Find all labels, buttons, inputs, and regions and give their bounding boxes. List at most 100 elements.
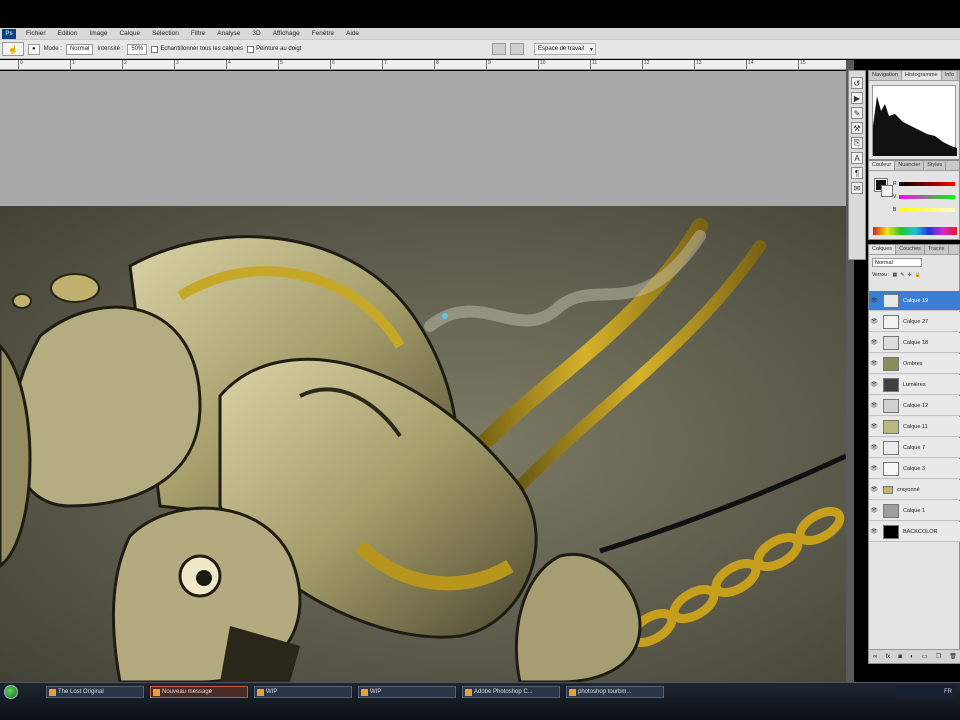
actions-icon[interactable]: ▶ xyxy=(851,92,863,104)
layer-row[interactable]: 👁 crayonné xyxy=(869,480,960,500)
brushes-icon[interactable]: ✎ xyxy=(851,107,863,119)
tab-info[interactable]: Info xyxy=(942,71,958,80)
arrange-icon[interactable] xyxy=(510,43,524,55)
visibility-eye-icon[interactable]: 👁 xyxy=(869,339,879,346)
intensity-input[interactable]: 50% xyxy=(127,43,148,55)
blue-slider[interactable] xyxy=(899,208,955,212)
layer-name[interactable]: Lumières xyxy=(903,382,926,388)
bridge-icon[interactable] xyxy=(492,43,506,55)
layer-name[interactable]: Calque 7 xyxy=(903,445,925,451)
visibility-eye-icon[interactable]: 👁 xyxy=(869,423,879,430)
layer-row[interactable]: 👁 Calque 12 xyxy=(869,396,960,416)
menu-view[interactable]: Affichage xyxy=(267,30,306,37)
layer-name[interactable]: Ombres xyxy=(903,361,923,367)
link-icon[interactable]: ∞ xyxy=(873,654,877,660)
layer-name[interactable]: Calque 12 xyxy=(903,403,928,409)
visibility-eye-icon[interactable]: 👁 xyxy=(869,444,879,451)
layer-name[interactable]: Calque 3 xyxy=(903,466,925,472)
taskbar-button[interactable]: WIP xyxy=(254,686,352,698)
visibility-eye-icon[interactable]: 👁 xyxy=(869,318,879,325)
layer-name[interactable]: BACKCOLOR xyxy=(903,529,938,535)
new-layer-icon[interactable]: ❐ xyxy=(936,653,941,660)
taskbar-button[interactable]: Nouveau message xyxy=(150,686,248,698)
visibility-eye-icon[interactable]: 👁 xyxy=(869,507,879,514)
document-canvas[interactable] xyxy=(0,206,846,682)
tool-presets-icon[interactable]: ⚒ xyxy=(851,122,863,134)
layer-row[interactable]: 👁 Ombres xyxy=(869,354,960,374)
tab-layers[interactable]: Calques xyxy=(869,245,897,254)
menu-help[interactable]: Aide xyxy=(340,30,365,37)
lock-paint-icon[interactable]: ✎ xyxy=(900,272,904,278)
layer-name[interactable]: Calque 19 xyxy=(903,298,928,304)
visibility-eye-icon[interactable]: 👁 xyxy=(869,465,879,472)
menu-window[interactable]: Fenêtre xyxy=(306,30,340,37)
visibility-eye-icon[interactable]: 👁 xyxy=(869,381,879,388)
workspace-select[interactable]: Espace de travail ▾ xyxy=(534,43,596,55)
layer-name[interactable]: Calque 1 xyxy=(903,508,925,514)
layer-row[interactable]: 👁 Lumières xyxy=(869,375,960,395)
adjust-icon[interactable]: ◐ xyxy=(910,654,914,660)
lock-position-icon[interactable]: ✛ xyxy=(907,272,911,278)
taskbar-button[interactable]: The Lost Original xyxy=(46,686,144,698)
lock-all-icon[interactable]: 🔒 xyxy=(915,272,921,278)
taskbar-button[interactable]: WIP xyxy=(358,686,456,698)
visibility-eye-icon[interactable]: 👁 xyxy=(869,528,879,535)
layer-row[interactable]: 👁 Calque 18 xyxy=(869,333,960,353)
paragraph-icon[interactable]: ¶ xyxy=(851,167,863,179)
tab-histogram[interactable]: Histogramme xyxy=(902,71,942,80)
taskbar-button[interactable]: photoshop tourbm... xyxy=(566,686,664,698)
visibility-eye-icon[interactable]: 👁 xyxy=(869,486,879,493)
finger-painting-checkbox[interactable]: Peinture au doigt xyxy=(247,45,301,53)
menu-edit[interactable]: Edition xyxy=(52,30,84,37)
layer-row[interactable]: 👁 Calque 3 xyxy=(869,459,960,479)
language-indicator[interactable]: FR xyxy=(944,689,952,695)
menu-analysis[interactable]: Analyse xyxy=(211,30,246,37)
start-button[interactable] xyxy=(4,685,18,699)
menu-3d[interactable]: 3D xyxy=(246,30,266,37)
brush-size-select[interactable]: ● xyxy=(28,43,40,55)
layer-row[interactable]: 👁 BACKCOLOR xyxy=(869,522,960,542)
layer-name[interactable]: Calque 11 xyxy=(903,424,928,430)
character-icon[interactable]: A xyxy=(851,152,863,164)
lock-label: Verrou : xyxy=(872,272,890,278)
layer-row[interactable]: 👁 Calque 27 xyxy=(869,312,960,332)
blend-mode-select[interactable]: Normal xyxy=(872,258,922,267)
layer-row[interactable]: 👁 Calque 19 xyxy=(869,291,960,311)
tab-channels[interactable]: Couches xyxy=(896,245,925,254)
layer-row[interactable]: 👁 Calque 1 xyxy=(869,501,960,521)
smudge-tool-preset-icon[interactable]: ☝ xyxy=(2,42,24,56)
notes-icon[interactable]: ✉ xyxy=(851,182,863,194)
color-spectrum-bar[interactable] xyxy=(873,227,957,235)
folder-icon[interactable]: ▭ xyxy=(922,653,928,660)
background-color-swatch[interactable] xyxy=(881,185,893,197)
green-slider[interactable] xyxy=(899,195,955,199)
fx-icon[interactable]: fx xyxy=(886,654,891,660)
layer-row[interactable]: 👁 Calque 7 xyxy=(869,438,960,458)
menu-select[interactable]: Sélection xyxy=(146,30,185,37)
visibility-eye-icon[interactable]: 👁 xyxy=(869,297,879,304)
tab-paths[interactable]: Tracés xyxy=(925,245,949,254)
menu-file[interactable]: Fichier xyxy=(20,30,52,37)
layer-name[interactable]: crayonné xyxy=(897,487,920,493)
tab-navigator[interactable]: Navigation xyxy=(869,71,902,80)
mask-icon[interactable]: ◙ xyxy=(898,654,902,660)
history-icon[interactable]: ↺ xyxy=(851,77,863,89)
mode-select[interactable]: Normal xyxy=(65,43,94,55)
tab-color[interactable]: Couleur xyxy=(869,161,896,170)
clone-source-icon[interactable]: ⎘ xyxy=(851,137,863,149)
menu-image[interactable]: Image xyxy=(83,30,113,37)
layer-name[interactable]: Calque 27 xyxy=(903,319,928,325)
taskbar-button[interactable]: Adobe Photoshop C... xyxy=(462,686,560,698)
red-slider[interactable] xyxy=(899,182,955,186)
lock-pixels-icon[interactable]: ▦ xyxy=(893,272,898,278)
tab-styles[interactable]: Styles xyxy=(924,161,947,170)
sample-all-layers-checkbox[interactable]: Echantillonner tous les calques xyxy=(151,45,243,53)
tab-swatches[interactable]: Nuancier xyxy=(895,161,925,170)
layer-name[interactable]: Calque 18 xyxy=(903,340,928,346)
menu-layer[interactable]: Calque xyxy=(113,30,146,37)
menu-filter[interactable]: Filtre xyxy=(185,30,211,37)
visibility-eye-icon[interactable]: 👁 xyxy=(869,402,879,409)
visibility-eye-icon[interactable]: 👁 xyxy=(869,360,879,367)
trash-icon[interactable]: 🗑 xyxy=(949,653,957,660)
layer-row[interactable]: 👁 Calque 11 xyxy=(869,417,960,437)
